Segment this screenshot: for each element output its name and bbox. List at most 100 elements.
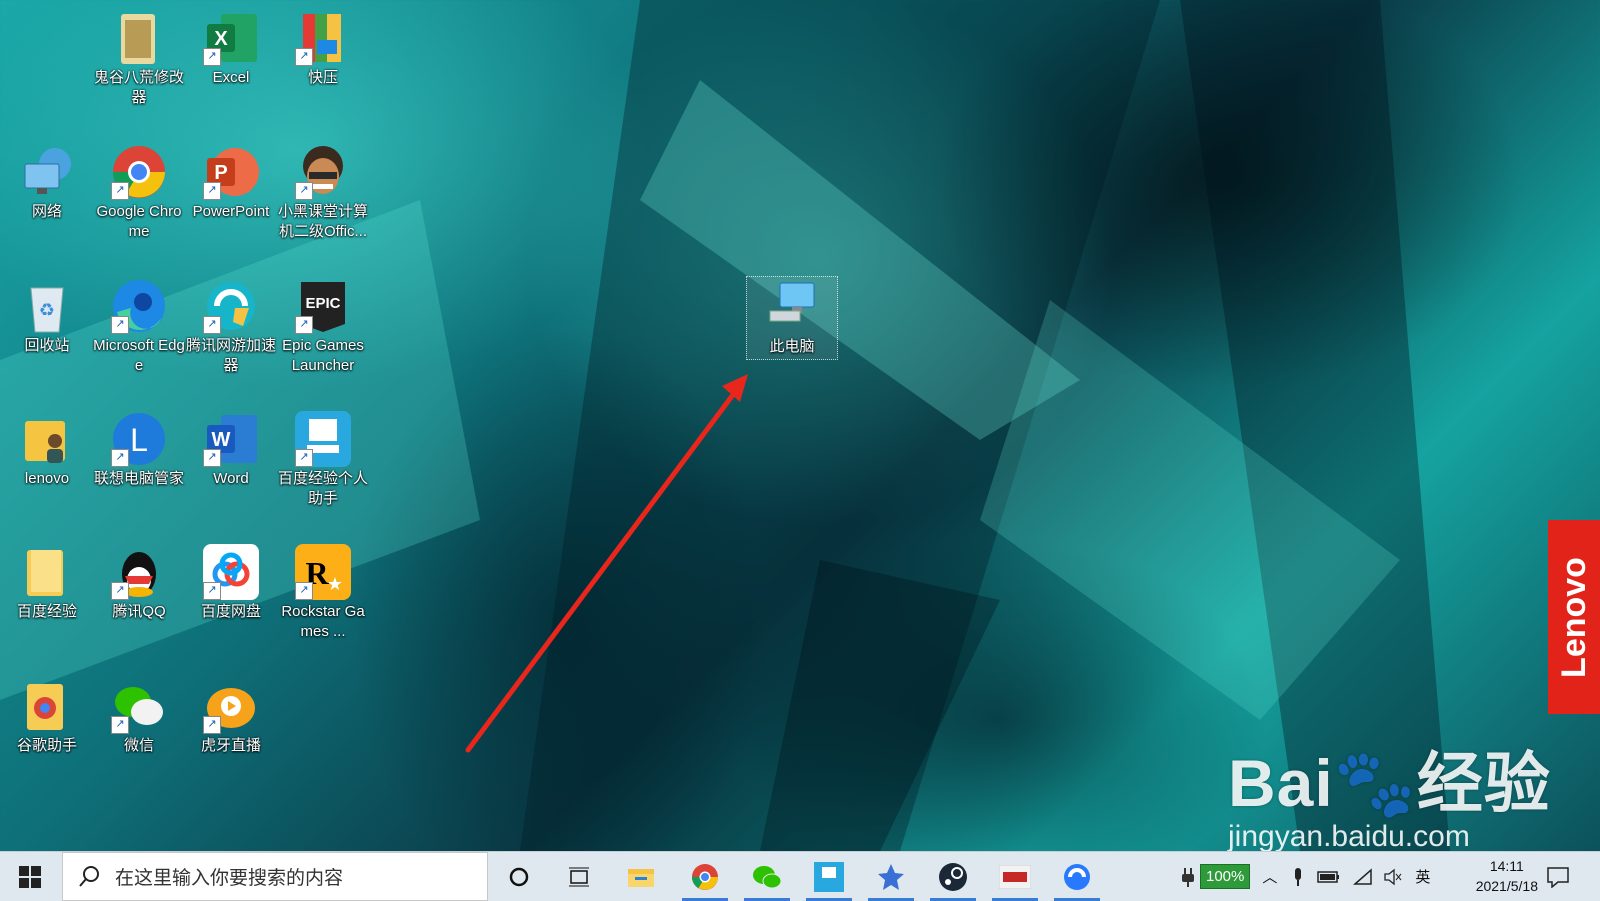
taskbar-accelerator[interactable] [1048, 852, 1106, 901]
shortcut-arrow-icon: ↗ [295, 449, 313, 467]
svg-text:♻: ♻ [39, 300, 55, 320]
desktop-icon-excel[interactable]: X ↗ Excel [184, 4, 278, 88]
lenovo-manager-icon: L ↗ [111, 411, 167, 467]
desktop-icon-baidu-experience-assistant[interactable]: ↗ 百度经验个人助手 [276, 405, 370, 509]
network-icon [19, 144, 75, 200]
desktop-icon-powerpoint[interactable]: P ↗ PowerPoint [184, 138, 278, 222]
desktop-icon-google-assistant[interactable]: 谷歌助手 [0, 672, 94, 756]
shortcut-arrow-icon: ↗ [203, 582, 221, 600]
excel-icon: X ↗ [203, 10, 259, 66]
volume-muted-icon[interactable] [1383, 868, 1403, 886]
shortcut-arrow-icon: ↗ [111, 582, 129, 600]
taskbar-wechat[interactable] [738, 852, 796, 901]
desktop-icon-baidu-experience-folder[interactable]: 百度经验 [0, 538, 94, 622]
svg-text:L: L [130, 422, 148, 458]
taskbar-2k21[interactable] [986, 852, 1044, 901]
shortcut-arrow-icon: ↗ [203, 316, 221, 334]
chrome-icon: ↗ [111, 144, 167, 200]
svg-text:X: X [214, 28, 228, 50]
taskbar-app-star[interactable] [862, 852, 920, 901]
paw-icon: 🐾 [1333, 746, 1417, 820]
shortcut-arrow-icon: ↗ [111, 449, 129, 467]
desktop-icon-baidu-netdisk[interactable]: ↗ 百度网盘 [184, 538, 278, 622]
task-view-icon [569, 867, 589, 886]
desktop-icon-word[interactable]: W ↗ Word [184, 405, 278, 489]
desktop-icon-game-trainer[interactable]: 鬼谷八荒修改器 [92, 4, 186, 108]
baidu-netdisk-icon: ↗ [203, 544, 259, 600]
computer-icon [764, 279, 820, 335]
user-folder-icon [19, 411, 75, 467]
desktop-icon-qq[interactable]: ↗ 腾讯QQ [92, 538, 186, 622]
desktop-icon-xiaohei[interactable]: ↗ 小黑课堂计算机二级Offic... [276, 138, 370, 242]
desktop-icon-this-pc[interactable]: 此电脑 [746, 276, 838, 360]
action-center-button[interactable] [1532, 852, 1584, 901]
kuaiya-icon: ↗ [295, 10, 351, 66]
shortcut-arrow-icon: ↗ [111, 716, 129, 734]
google-assistant-icon [19, 678, 75, 734]
desktop-icon-kuaiya[interactable]: ↗ 快压 [276, 4, 370, 88]
desktop-icon-wechat[interactable]: ↗ 微信 [92, 672, 186, 756]
battery-icon[interactable] [1317, 869, 1341, 885]
taskbar-search-box[interactable]: 在这里输入你要搜索的内容 [62, 852, 488, 901]
xiaohei-icon: ↗ [295, 144, 351, 200]
desktop: 网络 ♻ 回收站 lenovo 百度经验 谷歌助手 鬼谷八荒修改器 ↗ Goog… [0, 0, 1600, 853]
star-app-icon [878, 863, 904, 890]
shortcut-arrow-icon: ↗ [203, 449, 221, 467]
tray-overflow-chevron-icon[interactable]: ︿ [1262, 866, 1277, 887]
power-plug-icon[interactable] [1180, 866, 1196, 888]
file-explorer-icon [628, 868, 654, 887]
desktop-icon-epic-games[interactable]: EPIC ↗ Epic Games Launcher [276, 272, 370, 376]
huya-icon: ↗ [203, 678, 259, 734]
cortana-button[interactable] [490, 852, 548, 901]
windows-logo-icon [19, 865, 41, 888]
shortcut-arrow-icon: ↗ [295, 316, 313, 334]
shortcut-arrow-icon: ↗ [295, 582, 313, 600]
shortcut-arrow-icon: ↗ [295, 48, 313, 66]
taskbar-baidu-assistant[interactable] [800, 852, 858, 901]
word-icon: W ↗ [203, 411, 259, 467]
2k21-icon [999, 864, 1031, 889]
svg-text:★: ★ [327, 574, 343, 594]
desktop-icon-edge[interactable]: ↗ Microsoft Edge [92, 272, 186, 376]
desktop-icon-network[interactable]: 网络 [0, 138, 94, 222]
battery-percent-badge[interactable]: 100% [1200, 864, 1251, 889]
start-button[interactable] [0, 852, 60, 901]
taskbar-chrome[interactable] [676, 852, 734, 901]
desktop-icon-huya[interactable]: ↗ 虎牙直播 [184, 672, 278, 756]
svg-text:P: P [214, 162, 227, 184]
system-tray: 100% ︿ 英 [1180, 852, 1430, 901]
chrome-icon [692, 863, 718, 890]
shortcut-arrow-icon: ↗ [203, 182, 221, 200]
task-view-button[interactable] [550, 852, 608, 901]
shortcut-arrow-icon: ↗ [111, 182, 129, 200]
wechat-icon: ↗ [111, 678, 167, 734]
desktop-icon-chrome[interactable]: ↗ Google Chrome [92, 138, 186, 242]
desktop-icon-lenovo-user[interactable]: lenovo [0, 405, 94, 489]
edge-icon: ↗ [111, 278, 167, 334]
baidu-watermark: Bai🐾经验 jingyan.baidu.com [1228, 746, 1551, 853]
shortcut-arrow-icon: ↗ [111, 316, 129, 334]
game-trainer-icon [111, 10, 167, 66]
taskbar-clock[interactable]: 14:11 2021/5/18 [1476, 856, 1538, 896]
search-icon [79, 865, 99, 887]
svg-text:W: W [212, 429, 231, 451]
powerpoint-icon: P ↗ [203, 144, 259, 200]
taskbar-file-explorer[interactable] [612, 852, 670, 901]
desktop-icon-recycle-bin[interactable]: ♻ 回收站 [0, 272, 94, 356]
taskbar: 在这里输入你要搜索的内容 100% ︿ 英 14:11 2021/5/18 [0, 851, 1600, 901]
recycle-bin-icon: ♻ [19, 278, 75, 334]
desktop-icon-lenovo-manager[interactable]: L ↗ 联想电脑管家 [92, 405, 186, 489]
taskbar-steam[interactable] [924, 852, 982, 901]
ime-indicator[interactable]: 英 [1415, 866, 1430, 887]
cortana-circle-icon [509, 867, 529, 886]
microphone-icon[interactable] [1291, 866, 1305, 888]
steam-icon [939, 862, 967, 891]
folder-icon [19, 544, 75, 600]
tencent-accelerator-icon: ↗ [203, 278, 259, 334]
desktop-icon-tencent-accelerator[interactable]: ↗ 腾讯网游加速器 [184, 272, 278, 376]
desktop-icon-rockstar[interactable]: R ★ ↗ Rockstar Games ... [276, 538, 370, 642]
shortcut-arrow-icon: ↗ [203, 48, 221, 66]
wifi-icon[interactable] [1353, 867, 1373, 886]
lenovo-logo: Lenovo [1548, 520, 1600, 714]
qq-icon: ↗ [111, 544, 167, 600]
